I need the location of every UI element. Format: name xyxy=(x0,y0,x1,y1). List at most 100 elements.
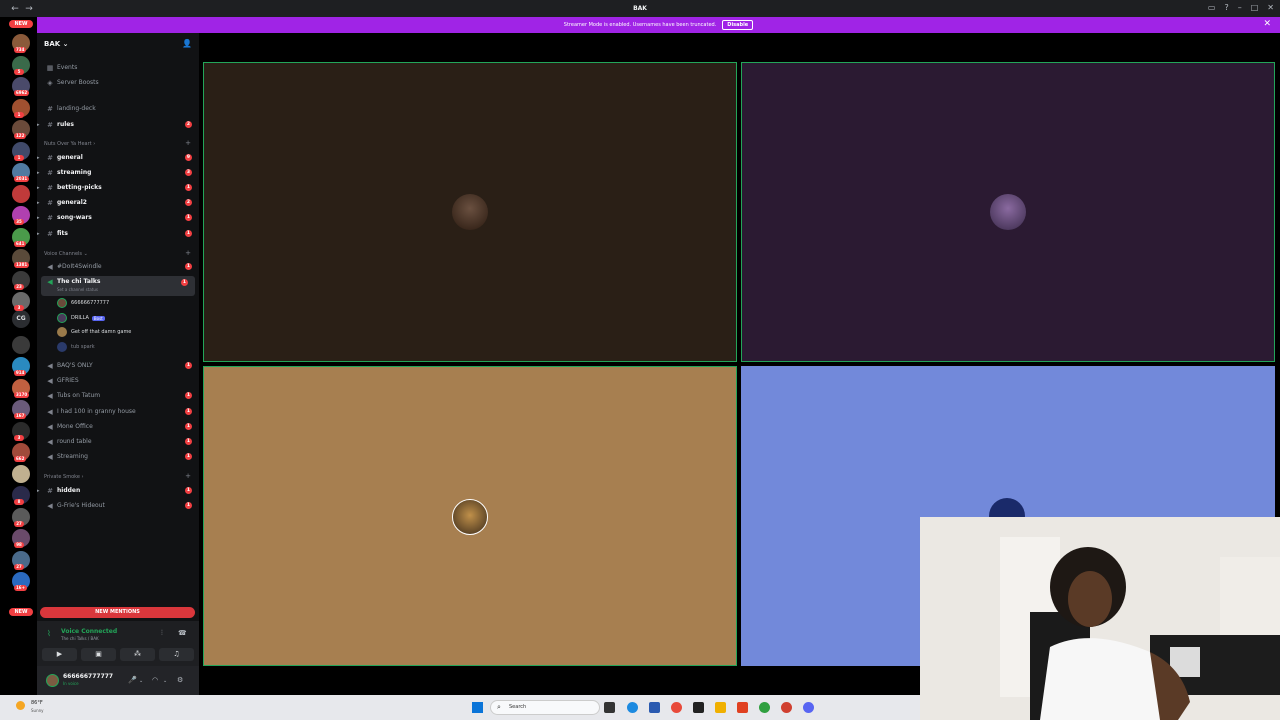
unread-dot: ▸ xyxy=(37,230,40,237)
server-header[interactable]: BAK ⌄ xyxy=(44,40,69,48)
activities-button[interactable]: ⁂ xyxy=(120,648,155,661)
weather-sun-icon[interactable] xyxy=(16,701,25,710)
channel-rules[interactable]: ▸ # rules 2 xyxy=(37,118,199,131)
video-tile-3[interactable] xyxy=(203,366,737,666)
streamer-mode-banner: Streamer Mode is enabled. Usernames have… xyxy=(37,17,1280,33)
channel-general2[interactable]: ▸ # general2 2 xyxy=(37,196,199,209)
user-tag: Bost xyxy=(91,315,105,321)
app-icon[interactable] xyxy=(737,702,748,713)
channel-hidden[interactable]: ▸ # hidden 1 xyxy=(37,484,199,497)
noise-suppression-icon[interactable]: ⫶ xyxy=(161,629,163,638)
voice-user[interactable]: tub spark xyxy=(57,341,95,353)
server-icon-cg[interactable]: CG xyxy=(12,310,30,328)
hash-icon: # xyxy=(47,486,53,495)
avatar xyxy=(57,342,67,352)
voice-channel-the-chi-talks[interactable]: ◀ The chi Talks Set a channel status 1 xyxy=(41,276,195,296)
avatar[interactable] xyxy=(46,674,59,687)
minimize-icon[interactable]: – xyxy=(1238,3,1242,12)
taskbar-search[interactable]: ⌕ Search xyxy=(490,700,600,715)
microphone-icon[interactable]: 🎤 xyxy=(128,676,137,684)
participant-avatar xyxy=(452,499,488,535)
sidebar-item-server-boosts[interactable]: ◈ Server Boosts xyxy=(37,76,199,89)
app-icon[interactable] xyxy=(759,702,770,713)
server-icon[interactable] xyxy=(12,184,30,203)
mic-options-chevron-icon[interactable]: ⌄ xyxy=(139,678,143,684)
disable-streamer-mode-button[interactable]: Disable xyxy=(722,20,754,30)
headphone-options-chevron-icon[interactable]: ⌄ xyxy=(163,678,167,684)
server-mention-badge: 2031 xyxy=(14,176,30,182)
channel-label: rules xyxy=(57,121,74,128)
settings-gear-icon[interactable]: ⚙ xyxy=(177,676,183,684)
soundboard-button[interactable]: ♫ xyxy=(159,648,194,661)
channel-fits[interactable]: ▸ # fits 1 xyxy=(37,227,199,240)
new-mentions-button[interactable]: NEW MENTIONS xyxy=(40,607,195,618)
channel-streaming[interactable]: ▸ # streaming 3 xyxy=(37,166,199,179)
voice-user[interactable]: Get off that damn game xyxy=(57,326,131,338)
speaker-icon: ◀ xyxy=(47,452,53,461)
voice-channel-doit4swindle[interactable]: ◀ #DoIt4Swindle 1 xyxy=(37,260,199,273)
video-tile-2[interactable] xyxy=(741,62,1275,362)
signal-icon[interactable]: ⌇ xyxy=(47,629,51,638)
camera-button[interactable]: ▶ xyxy=(42,648,77,661)
voice-channel-granny-house[interactable]: ◀ I had 100 in granny house 1 xyxy=(37,405,199,418)
add-private-channel-icon[interactable]: + xyxy=(185,472,191,480)
voice-channel-baqs-only[interactable]: ◀ BAQ'S ONLY 1 xyxy=(37,359,199,372)
weather-temp[interactable]: 86°F xyxy=(31,700,43,706)
channel-general[interactable]: ▸ # general 9 xyxy=(37,151,199,164)
video-tile-1[interactable] xyxy=(203,62,737,362)
voice-channel-round-table[interactable]: ◀ round table 1 xyxy=(37,435,199,448)
webcam-overlay xyxy=(920,517,1280,720)
server-mention-badge: 1381 xyxy=(14,262,30,268)
hash-icon: # xyxy=(47,183,53,192)
category-nuts-over-ya-heart[interactable]: Nuts Over Ya Heart › xyxy=(44,141,95,147)
new-pill-bottom[interactable]: NEW xyxy=(9,608,33,616)
task-view-icon[interactable] xyxy=(604,702,615,713)
channel-label: general2 xyxy=(57,199,87,206)
voice-channel-tubs-on-tatum[interactable]: ◀ Tubs on Tatum 1 xyxy=(37,389,199,402)
server-mention-badge: 6962 xyxy=(14,90,30,96)
headphones-icon[interactable]: ◠ xyxy=(152,676,158,684)
category-private-smoke[interactable]: Private Smoke › xyxy=(44,474,84,480)
channel-label: G-Frie's Hideout xyxy=(57,502,105,509)
voice-channel-streaming[interactable]: ◀ Streaming 1 xyxy=(37,450,199,463)
discord-icon[interactable] xyxy=(803,702,814,713)
voice-user[interactable]: 666666777777 xyxy=(57,297,109,309)
inbox-icon[interactable]: ▭ xyxy=(1208,3,1216,12)
maximize-icon[interactable]: □ xyxy=(1251,3,1259,12)
channel-betting-picks[interactable]: ▸ # betting-picks 1 xyxy=(37,181,199,194)
app-icon[interactable] xyxy=(781,702,792,713)
screen-share-button[interactable]: ▣ xyxy=(81,648,116,661)
voice-status[interactable]: Voice Connected xyxy=(61,628,117,635)
add-voice-channel-icon[interactable]: + xyxy=(185,249,191,257)
self-status: In voice xyxy=(63,681,79,686)
new-pill-top[interactable]: NEW xyxy=(9,20,33,28)
self-username[interactable]: 666666777777 xyxy=(63,673,113,680)
voice-channel-gfries[interactable]: ◀ GFRIES xyxy=(37,374,199,387)
close-banner-icon[interactable]: ✕ xyxy=(1263,19,1271,29)
channel-song-wars[interactable]: ▸ # song-wars 1 xyxy=(37,211,199,224)
server-icon[interactable] xyxy=(12,335,30,354)
help-icon[interactable]: ? xyxy=(1224,3,1228,12)
voice-channel-mone-office[interactable]: ◀ Mone Office 1 xyxy=(37,420,199,433)
server-icon[interactable] xyxy=(12,464,30,483)
category-voice-channels[interactable]: Voice Channels ⌄ xyxy=(44,251,88,257)
edge-browser-icon[interactable] xyxy=(627,702,638,713)
disconnect-icon[interactable]: ☎ xyxy=(178,629,187,637)
store-icon[interactable] xyxy=(649,702,660,713)
chrome-icon[interactable] xyxy=(671,702,682,713)
close-window-icon[interactable]: ✕ xyxy=(1267,3,1274,12)
windows-start-icon[interactable] xyxy=(472,702,483,713)
add-channel-icon[interactable]: + xyxy=(185,139,191,147)
voice-user[interactable]: DRILLA Bost xyxy=(57,312,105,324)
unread-dot: ▸ xyxy=(37,169,40,176)
voice-channel-g-fries-hideout[interactable]: ◀ G-Frie's Hideout 1 xyxy=(37,499,199,512)
sidebar-item-events[interactable]: ▦ Events xyxy=(37,61,199,74)
channel-landing-deck[interactable]: # landing-deck xyxy=(37,102,199,115)
app-icon[interactable] xyxy=(693,702,704,713)
server-boosts-label: Server Boosts xyxy=(57,79,99,86)
voice-location[interactable]: The chi Talks / BAK xyxy=(61,636,99,641)
file-explorer-icon[interactable] xyxy=(715,702,726,713)
channel-label: hidden xyxy=(57,487,81,494)
add-user-icon[interactable]: 👤 xyxy=(182,39,192,48)
channel-status[interactable]: Set a channel status xyxy=(57,287,98,292)
